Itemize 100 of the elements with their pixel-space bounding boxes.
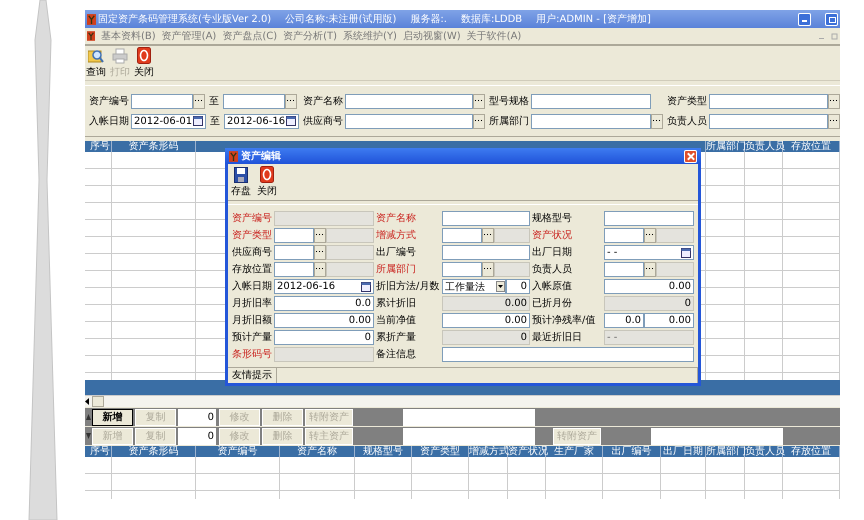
- text-field[interactable]: [604, 211, 694, 226]
- date-field[interactable]: - -: [604, 245, 694, 260]
- browse-button[interactable]: [828, 114, 840, 128]
- browse-button[interactable]: [482, 228, 494, 243]
- toolbar-button[interactable]: 存盘: [230, 166, 252, 198]
- field-label: 入帐日期: [232, 280, 272, 294]
- number-field[interactable]: 0: [506, 279, 530, 294]
- text-field[interactable]: [604, 228, 644, 243]
- readonly-field: 0.00: [442, 296, 530, 311]
- close-button[interactable]: [684, 150, 697, 162]
- text-field[interactable]: [531, 114, 651, 128]
- scrollbar-thumb[interactable]: [92, 396, 104, 407]
- number-field[interactable]: 0.0: [604, 313, 644, 328]
- browse-button[interactable]: [314, 245, 326, 260]
- menu-item[interactable]: 资产管理(A): [162, 29, 216, 43]
- toolbar-button[interactable]: 关闭: [256, 166, 278, 198]
- action-button[interactable]: 新增: [92, 408, 133, 426]
- menu-item[interactable]: 基本资料(B): [101, 29, 156, 43]
- calendar-icon[interactable]: [286, 116, 296, 126]
- menu-item[interactable]: 关于软件(A): [466, 29, 522, 43]
- text-field[interactable]: [274, 228, 314, 243]
- number-field[interactable]: 0.0: [274, 296, 374, 311]
- caret-icon[interactable]: [496, 281, 505, 292]
- calendar-icon[interactable]: [681, 248, 691, 258]
- browse-button[interactable]: [314, 228, 326, 243]
- text-field[interactable]: [531, 94, 651, 108]
- filter-label: 资产编号: [89, 94, 130, 108]
- text-field[interactable]: [709, 94, 828, 108]
- field-label: 供应商号: [232, 246, 272, 260]
- text-field[interactable]: [274, 245, 314, 260]
- readonly-field: - -: [604, 330, 694, 345]
- text-field[interactable]: [131, 94, 193, 108]
- menu-item[interactable]: 系统维护(Y): [343, 29, 397, 43]
- browse-button[interactable]: [644, 262, 656, 277]
- filter-label: 资产类型: [667, 94, 708, 108]
- field-label: 资产编号: [232, 212, 272, 226]
- browse-button[interactable]: [828, 94, 840, 108]
- date-field[interactable]: 2012-06-01: [131, 114, 206, 128]
- text-field[interactable]: [651, 428, 783, 444]
- dropdown[interactable]: 工作量法: [442, 279, 506, 294]
- number-field[interactable]: 0.00: [644, 313, 694, 328]
- browse-button[interactable]: [314, 262, 326, 277]
- field-label: 当前净值: [376, 314, 417, 328]
- text-field[interactable]: [604, 262, 644, 277]
- restore-icon[interactable]: [831, 32, 838, 40]
- field-label: 入帐原值: [532, 280, 573, 294]
- browse-button[interactable]: [644, 228, 656, 243]
- window-title: 用户:ADMIN - [资产增加]: [536, 12, 651, 26]
- calendar-icon[interactable]: [193, 116, 203, 126]
- text-field[interactable]: [442, 245, 530, 260]
- save-icon: [234, 166, 248, 182]
- browse-button[interactable]: [285, 94, 297, 108]
- text-field[interactable]: [345, 114, 473, 128]
- number-field[interactable]: 0.00: [274, 313, 374, 328]
- browse-button[interactable]: [473, 114, 485, 128]
- text-field[interactable]: [709, 114, 828, 128]
- restore-button[interactable]: [825, 12, 838, 26]
- toolbar-button[interactable]: 关闭: [133, 47, 155, 79]
- calendar-icon[interactable]: [361, 282, 371, 292]
- exit-icon: [260, 166, 274, 183]
- number-field[interactable]: 0.00: [604, 279, 694, 294]
- number-field[interactable]: 0: [178, 408, 216, 426]
- field-label: 资产状况: [532, 228, 573, 243]
- text-field[interactable]: [274, 262, 314, 277]
- browse-button[interactable]: [473, 94, 485, 108]
- menu-item[interactable]: 启动视窗(W): [402, 29, 461, 43]
- menu-item[interactable]: 资产分析(T): [283, 29, 338, 43]
- horizontal-scrollbar[interactable]: [85, 395, 840, 407]
- date-field[interactable]: 2012-06-16: [274, 279, 374, 294]
- triangle-down-icon: [86, 433, 91, 439]
- number-field[interactable]: 0.00: [442, 313, 530, 328]
- text-field[interactable]: [403, 408, 535, 426]
- search-icon: [88, 48, 104, 64]
- range-separator: 至: [210, 115, 220, 128]
- field-label: 资产类型: [232, 228, 272, 243]
- minimize-button[interactable]: [798, 12, 811, 26]
- left-arrow-icon[interactable]: [85, 398, 90, 405]
- browse-button[interactable]: [651, 114, 663, 128]
- field-label: 预计净残率/值: [532, 314, 596, 328]
- text-field[interactable]: [403, 428, 535, 444]
- text-field[interactable]: [442, 347, 694, 362]
- field-label: 累计折旧: [376, 296, 417, 311]
- text-field[interactable]: [442, 211, 530, 226]
- filter-label: 入帐日期: [89, 114, 130, 128]
- dialog-title: 资产编辑: [241, 150, 281, 163]
- browse-button[interactable]: [193, 94, 205, 108]
- exit-icon: [137, 47, 151, 64]
- field-label: 月折旧率: [232, 296, 272, 311]
- number-field[interactable]: 0: [274, 330, 374, 345]
- readonly-field: [326, 245, 374, 260]
- text-field[interactable]: [223, 94, 285, 108]
- number-field[interactable]: 0: [178, 428, 216, 444]
- field-label: 折旧方法/月数: [376, 280, 440, 294]
- date-field[interactable]: 2012-06-16: [224, 114, 299, 128]
- field-label: 资产名称: [376, 212, 417, 226]
- menu-item[interactable]: 资产盘点(C): [222, 29, 278, 43]
- text-field[interactable]: [442, 228, 482, 243]
- text-field[interactable]: [345, 94, 473, 108]
- toolbar-button[interactable]: 查询: [85, 48, 107, 78]
- text-field[interactable]: [442, 262, 482, 277]
